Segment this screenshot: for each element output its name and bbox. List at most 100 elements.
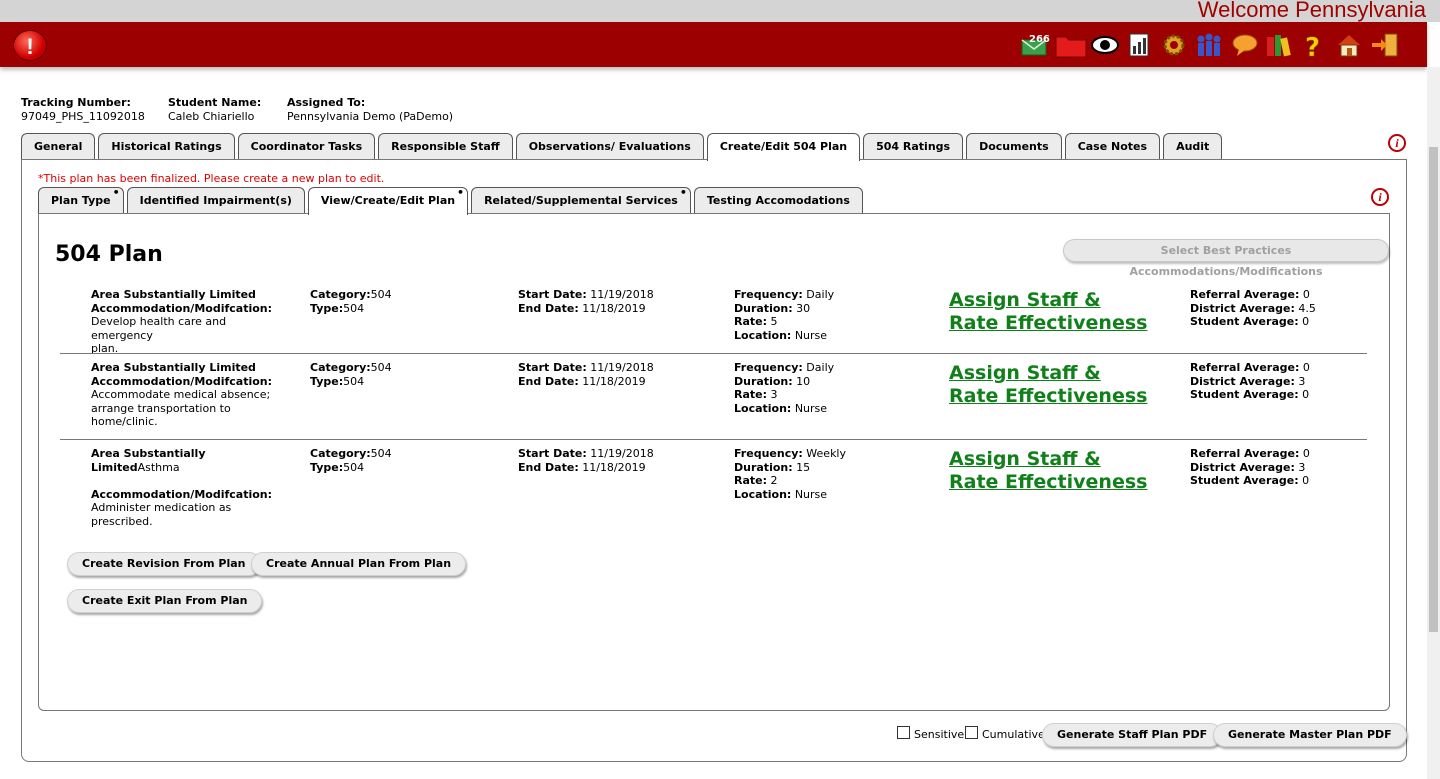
frequency-label: Frequency: bbox=[734, 288, 803, 301]
location-value: Nurse bbox=[794, 487, 828, 501]
accommodation-label: Accommodation/Modifcation: bbox=[91, 301, 273, 315]
tab-observations-evaluations[interactable]: Observations/ Evaluations bbox=[515, 133, 704, 159]
alert-icon[interactable]: ! bbox=[13, 30, 47, 61]
averages-column: Referral Average: 0 District Average: 3 … bbox=[1190, 447, 1310, 488]
sub-tabs: Plan Type • Identified Impairment(s) Vie… bbox=[38, 186, 866, 215]
report-icon[interactable] bbox=[1127, 32, 1155, 58]
required-dot: • bbox=[457, 186, 465, 199]
page-title: 504 Plan bbox=[55, 242, 163, 267]
rate-value: 2 bbox=[770, 474, 778, 487]
district-label: District Average: bbox=[1190, 301, 1295, 315]
assign-link-line: Assign Staff & bbox=[949, 448, 1101, 470]
type-value: 504 bbox=[343, 374, 365, 388]
create-revision-button[interactable]: Create Revision From Plan bbox=[67, 552, 261, 576]
assign-link-line: Assign Staff & bbox=[949, 289, 1101, 311]
accommodation-text: Administer medication as prescribed. bbox=[91, 501, 232, 528]
scroll-thumb[interactable] bbox=[1429, 147, 1438, 632]
end-label: End Date: bbox=[518, 374, 579, 388]
end-value: 11/18/2019 bbox=[582, 301, 646, 315]
area-column: Area Substantially Limited Accommodation… bbox=[91, 361, 291, 429]
student-value: 0 bbox=[1302, 388, 1310, 401]
gear-icon[interactable] bbox=[1161, 32, 1189, 58]
student-label: Student Average: bbox=[1190, 474, 1299, 487]
duration-value: 30 bbox=[796, 301, 811, 315]
type-value: 504 bbox=[343, 460, 365, 474]
accommodation-label: Accommodation/Modifcation: bbox=[91, 374, 273, 388]
duration-label: Duration: bbox=[734, 301, 793, 315]
tab-coordinator-tasks[interactable]: Coordinator Tasks bbox=[237, 133, 376, 159]
category-column: Category:504 Type:504 bbox=[310, 447, 392, 474]
subtab-identified-impairments[interactable]: Identified Impairment(s) bbox=[126, 187, 305, 213]
row-divider bbox=[60, 353, 1367, 354]
district-label: District Average: bbox=[1190, 460, 1295, 474]
assign-staff-link[interactable]: Assign Staff & Rate Effectiveness bbox=[949, 289, 1147, 335]
assign-link-line: Rate Effectiveness bbox=[949, 312, 1148, 334]
subtab-plan-type[interactable]: Plan Type • bbox=[38, 186, 124, 213]
accommodation-text: Accommodate medical absence; bbox=[91, 388, 271, 401]
category-label: Category: bbox=[310, 361, 371, 374]
tab-create-edit-504-plan[interactable]: Create/Edit 504 Plan bbox=[706, 133, 861, 161]
tab-responsible-staff[interactable]: Responsible Staff bbox=[378, 133, 513, 159]
referral-value: 0 bbox=[1302, 288, 1310, 301]
create-annual-plan-button[interactable]: Create Annual Plan From Plan bbox=[251, 552, 467, 576]
eye-icon[interactable] bbox=[1090, 32, 1119, 58]
area-label: Limited bbox=[91, 460, 138, 474]
create-exit-plan-button[interactable]: Create Exit Plan From Plan bbox=[67, 589, 263, 613]
type-label: Type: bbox=[310, 374, 344, 388]
help-icon[interactable]: ? bbox=[1301, 32, 1329, 64]
assign-staff-link[interactable]: Assign Staff & Rate Effectiveness bbox=[949, 362, 1147, 408]
category-column: Category:504 Type:504 bbox=[310, 288, 392, 315]
books-icon[interactable] bbox=[1264, 32, 1292, 58]
required-dot: • bbox=[679, 186, 687, 199]
subtab-label: Related/Supplemental Services bbox=[484, 194, 678, 207]
generate-master-plan-pdf-button[interactable]: Generate Master Plan PDF bbox=[1213, 723, 1407, 747]
subtab-label: Plan Type bbox=[51, 194, 111, 207]
tab-audit[interactable]: Audit bbox=[1163, 133, 1223, 159]
info-icon[interactable]: i bbox=[1388, 134, 1406, 152]
duration-value: 15 bbox=[796, 460, 811, 474]
tab-504-ratings[interactable]: 504 Ratings bbox=[863, 133, 964, 159]
assign-link-line: Assign Staff & bbox=[949, 362, 1101, 384]
info-icon[interactable]: i bbox=[1371, 188, 1389, 206]
tab-historical-ratings[interactable]: Historical Ratings bbox=[98, 133, 235, 159]
mail-icon[interactable]: 266 bbox=[1020, 32, 1050, 58]
end-value: 11/18/2019 bbox=[582, 374, 646, 388]
dates-column: Start Date: 11/19/2018 End Date: 11/18/2… bbox=[518, 361, 654, 388]
location-label: Location: bbox=[734, 328, 792, 342]
tab-documents[interactable]: Documents bbox=[966, 133, 1062, 159]
accommodation-label: Accommodation/Modifcation: bbox=[91, 487, 273, 501]
people-icon[interactable] bbox=[1193, 32, 1221, 58]
frequency-column: Frequency: Daily Duration: 10 Rate: 3 Lo… bbox=[734, 361, 834, 415]
chat-icon[interactable] bbox=[1231, 32, 1259, 58]
category-value: 504 bbox=[370, 361, 392, 374]
logout-icon[interactable] bbox=[1369, 32, 1398, 58]
frequency-value: Weekly bbox=[806, 447, 846, 460]
folder-icon[interactable] bbox=[1055, 32, 1087, 58]
tab-case-notes[interactable]: Case Notes bbox=[1064, 133, 1161, 159]
area-value: Asthma bbox=[137, 460, 180, 474]
student-label: Student Average: bbox=[1190, 315, 1299, 328]
sensitive-checkbox[interactable] bbox=[897, 726, 910, 739]
scrollbar[interactable] bbox=[1427, 67, 1440, 779]
assign-staff-link[interactable]: Assign Staff & Rate Effectiveness bbox=[949, 448, 1147, 494]
location-value: Nurse bbox=[794, 328, 828, 342]
start-label: Start Date: bbox=[518, 447, 587, 460]
home-icon[interactable] bbox=[1335, 32, 1363, 58]
subtab-testing-accomodations[interactable]: Testing Accomodations bbox=[693, 187, 863, 213]
assigned-label: Assigned To: bbox=[287, 96, 366, 109]
frequency-value: Daily bbox=[806, 361, 835, 374]
student-value: 0 bbox=[1302, 315, 1310, 328]
subtab-related-supplemental-services[interactable]: Related/Supplemental Services • bbox=[471, 186, 691, 213]
category-label: Category: bbox=[310, 447, 371, 460]
toolbar: ! 266 ? bbox=[0, 22, 1427, 67]
subtab-view-create-edit-plan[interactable]: View/Create/Edit Plan • bbox=[307, 186, 469, 215]
generate-staff-plan-pdf-button[interactable]: Generate Staff Plan PDF bbox=[1042, 723, 1223, 747]
accommodation-text: home/clinic. bbox=[91, 415, 158, 428]
cumulative-checkbox[interactable] bbox=[965, 726, 978, 739]
rate-label: Rate: bbox=[734, 388, 768, 401]
rate-value: 3 bbox=[770, 388, 778, 401]
select-best-practices-button[interactable]: Select Best Practices Accommodations/Mod… bbox=[1063, 239, 1389, 278]
category-column: Category:504 Type:504 bbox=[310, 361, 392, 388]
tab-general[interactable]: General bbox=[21, 133, 96, 159]
referral-value: 0 bbox=[1302, 447, 1310, 460]
